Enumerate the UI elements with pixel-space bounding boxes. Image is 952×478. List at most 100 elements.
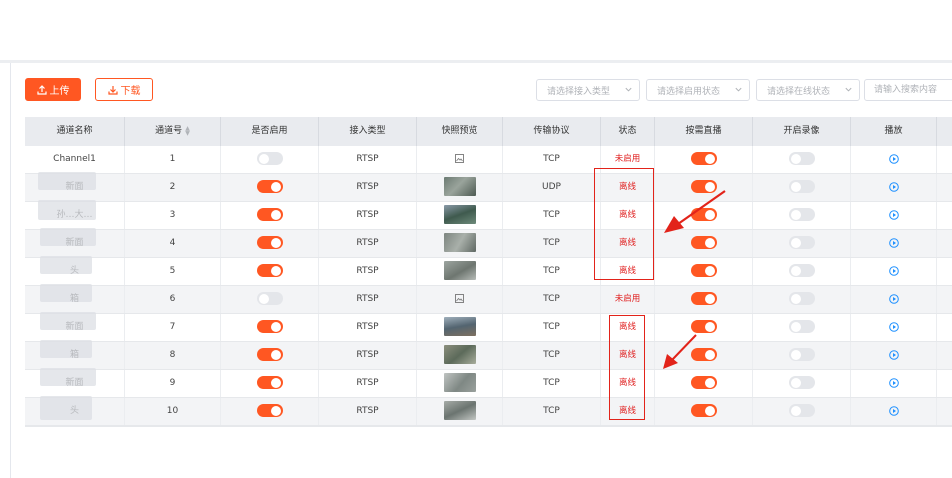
protocol-cell: TCP — [503, 286, 601, 313]
enabled-cell — [221, 370, 319, 397]
snapshot-thumbnail[interactable] — [443, 317, 476, 336]
sort-icon[interactable]: ▲ ▼ — [185, 125, 190, 136]
play-circle-icon[interactable] — [888, 293, 899, 304]
annotation-box-upper — [594, 168, 654, 280]
access-type-cell: RTSP — [319, 342, 417, 369]
enabled-toggle[interactable] — [256, 236, 283, 249]
recording-toggle[interactable] — [788, 376, 815, 389]
snapshot-thumbnail[interactable] — [443, 177, 476, 196]
access-type: RTSP — [356, 266, 379, 276]
enabled-toggle[interactable] — [256, 320, 283, 333]
recording-cell — [753, 398, 851, 425]
play-cell — [851, 230, 937, 257]
recording-toggle[interactable] — [788, 152, 815, 165]
on-demand-cell — [655, 286, 753, 313]
access-type-cell: RTSP — [319, 146, 417, 173]
on-demand-toggle[interactable] — [690, 376, 717, 389]
chevron-down-icon — [845, 87, 852, 92]
play-circle-icon[interactable] — [888, 181, 899, 192]
access-type-cell: RTSP — [319, 230, 417, 257]
enabled-toggle[interactable] — [256, 376, 283, 389]
online-status-select[interactable]: 请选择在线状态 — [756, 79, 860, 101]
access-type: RTSP — [356, 294, 379, 304]
recording-cell — [753, 230, 851, 257]
toggle-knob — [790, 209, 801, 220]
image-placeholder-icon — [455, 154, 464, 163]
redaction-blur — [38, 200, 96, 220]
on-demand-toggle[interactable] — [690, 292, 717, 305]
toggle-knob — [790, 293, 801, 304]
snapshot-thumbnail[interactable] — [443, 345, 476, 364]
toggle-knob — [704, 153, 715, 164]
play-circle-icon[interactable] — [888, 265, 899, 276]
on-demand-toggle[interactable] — [690, 152, 717, 165]
enabled-toggle[interactable] — [256, 292, 283, 305]
toggle-knob — [790, 237, 801, 248]
enabled-toggle[interactable] — [256, 348, 283, 361]
header-recording: 开启录像 — [753, 117, 851, 146]
recording-toggle[interactable] — [788, 320, 815, 333]
header-protocol: 传输协议 — [503, 117, 601, 146]
enabled-toggle[interactable] — [256, 404, 283, 417]
recording-toggle[interactable] — [788, 236, 815, 249]
play-circle-icon[interactable] — [888, 153, 899, 164]
recording-toggle[interactable] — [788, 264, 815, 277]
protocol-cell: TCP — [503, 342, 601, 369]
recording-toggle[interactable] — [788, 208, 815, 221]
snapshot-cell — [417, 146, 503, 173]
access-type: RTSP — [356, 210, 379, 220]
on-demand-cell — [655, 398, 753, 425]
status-text: 未启用 — [614, 154, 641, 164]
access-type-select[interactable]: 请选择接入类型 — [536, 79, 640, 101]
header-snapshot: 快照预览 — [417, 117, 503, 146]
play-circle-icon[interactable] — [888, 405, 899, 416]
header-play: 播放 — [851, 117, 937, 146]
play-circle-icon[interactable] — [888, 349, 899, 360]
enabled-toggle[interactable] — [256, 180, 283, 193]
snapshot-thumbnail[interactable] — [443, 233, 476, 252]
recording-toggle[interactable] — [788, 404, 815, 417]
play-circle-icon[interactable] — [888, 377, 899, 388]
download-button[interactable]: 下载 — [95, 78, 153, 101]
protocol-cell: TCP — [503, 146, 601, 173]
snapshot-thumbnail[interactable] — [443, 205, 476, 224]
snapshot-cell — [417, 202, 503, 229]
protocol-cell: UDP — [503, 174, 601, 201]
access-type: RTSP — [356, 322, 379, 332]
access-type-cell: RTSP — [319, 314, 417, 341]
enabled-toggle[interactable] — [256, 208, 283, 221]
play-circle-icon[interactable] — [888, 321, 899, 332]
protocol: TCP — [543, 322, 560, 332]
play-circle-icon[interactable] — [888, 209, 899, 220]
protocol: TCP — [543, 210, 560, 220]
on-demand-toggle[interactable] — [690, 264, 717, 277]
header-enabled: 是否启用 — [221, 117, 319, 146]
recording-toggle[interactable] — [788, 348, 815, 361]
redaction-blur — [38, 172, 96, 190]
enabled-toggle[interactable] — [256, 152, 283, 165]
protocol-cell: TCP — [503, 398, 601, 425]
on-demand-toggle[interactable] — [690, 236, 717, 249]
header-channel-no[interactable]: 通道号 ▲ ▼ — [125, 117, 221, 146]
redaction-blur — [40, 396, 92, 420]
snapshot-thumbnail[interactable] — [443, 401, 476, 420]
upload-label: 上传 — [49, 86, 70, 97]
search-input[interactable] — [864, 79, 952, 101]
snapshot-thumbnail[interactable] — [443, 373, 476, 392]
recording-toggle[interactable] — [788, 180, 815, 193]
toggle-knob — [790, 265, 801, 276]
toggle-knob — [704, 405, 715, 416]
toggle-knob — [704, 377, 715, 388]
protocol: UDP — [542, 182, 561, 192]
upload-button[interactable]: 上传 — [25, 78, 81, 101]
image-placeholder-icon — [455, 294, 464, 303]
play-circle-icon[interactable] — [888, 237, 899, 248]
enabled-toggle[interactable] — [256, 264, 283, 277]
recording-toggle[interactable] — [788, 292, 815, 305]
enabled-cell — [221, 230, 319, 257]
snapshot-thumbnail[interactable] — [443, 261, 476, 280]
enable-status-select[interactable]: 请选择启用状态 — [646, 79, 750, 101]
channel-no-cell: 2 — [125, 174, 221, 201]
snapshot-cell — [417, 314, 503, 341]
on-demand-toggle[interactable] — [690, 404, 717, 417]
